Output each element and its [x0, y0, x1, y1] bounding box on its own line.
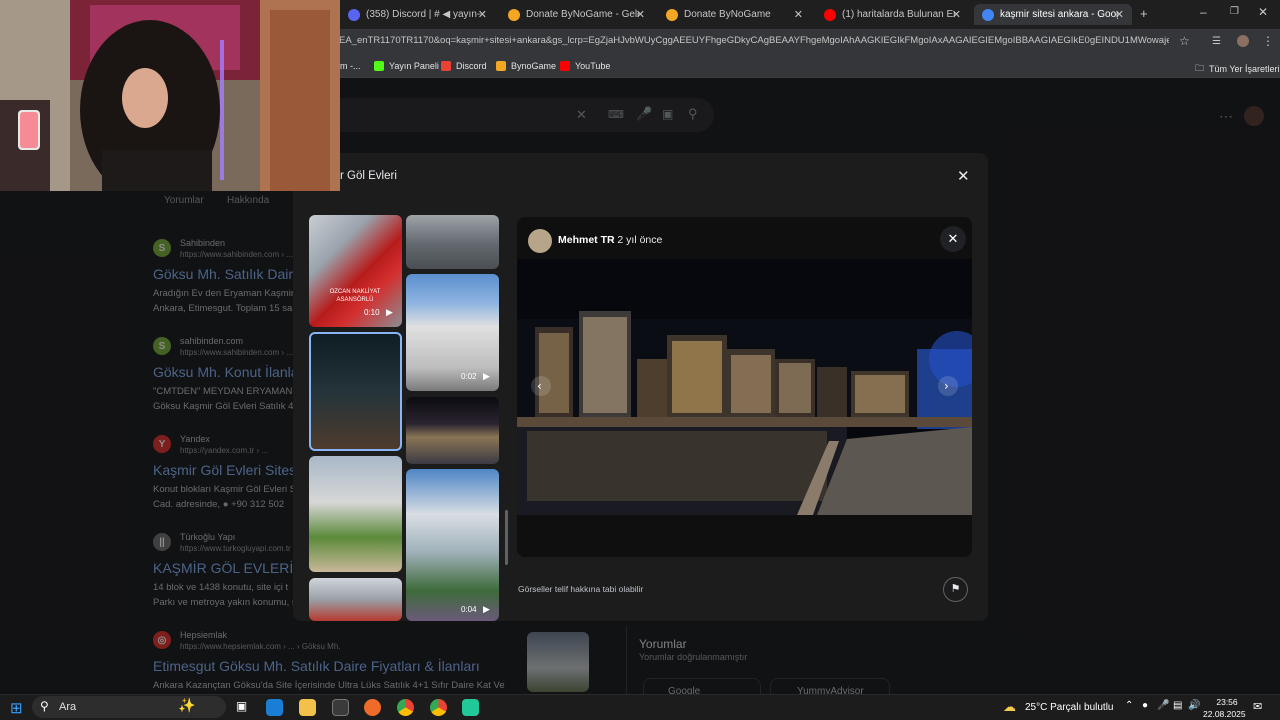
start-windows-icon[interactable]: ⊞ — [10, 699, 23, 717]
tab-close-icon[interactable]: ✕ — [636, 8, 645, 21]
tab-close-icon[interactable]: ✕ — [794, 8, 803, 21]
tab-label: (1) haritalarda Bulunan En Tuha — [842, 9, 955, 20]
media-icon[interactable]: ☰ — [1212, 36, 1221, 47]
browser-tab[interactable]: Donate ByNoGame ✕ — [658, 4, 811, 25]
modal-close-icon[interactable]: ✕ — [957, 167, 970, 185]
minimize-button[interactable]: – — [1200, 5, 1207, 19]
thumbnail-image-2[interactable] — [406, 215, 499, 269]
browser-tab[interactable]: (358) Discord | # ◀ yayın-duyu✕ — [340, 4, 495, 25]
tray-app-icon[interactable]: ● — [1142, 700, 1148, 711]
tab-favicon-icon — [982, 8, 994, 21]
maximize-button[interactable]: ❐ — [1230, 6, 1239, 17]
play-icon: ▶ — [483, 604, 490, 614]
tab-label: (358) Discord | # ◀ yayın-duyu — [366, 9, 481, 20]
poster-avatar[interactable] — [528, 229, 552, 253]
main-image-viewer: Mehmet TR · 2 yıl önce ✕ ‹ › — [517, 217, 972, 557]
taskbar-search-label: Ara — [59, 701, 77, 713]
bookmark-yayin-paneli[interactable]: Yayın Paneli — [374, 61, 439, 71]
bookmark-item[interactable]: m -... — [340, 61, 361, 71]
bookmark-star-icon[interactable]: ☆ — [1179, 34, 1190, 48]
url-field[interactable]: EA_enTR1170TR1170&oq=kaşmir+sitesi+ankar… — [339, 35, 1169, 46]
tab-favicon-icon — [348, 8, 360, 21]
edge-icon[interactable] — [266, 699, 283, 716]
thumbnail-video-7[interactable]: 0:04 ▶ — [406, 469, 499, 621]
chrome-profile-icon[interactable] — [430, 699, 447, 716]
profile-avatar[interactable] — [1237, 35, 1249, 47]
tab-favicon-icon — [508, 8, 520, 21]
weather-text[interactable]: 25°C Parçalı bulutlu — [1025, 702, 1114, 713]
tab-favicon-icon — [666, 8, 678, 21]
browser-tab[interactable]: Donate ByNoGame - Gelen/Gid✕ — [500, 4, 653, 25]
taskbar-search[interactable]: ⚲ Ara ✨ — [32, 696, 226, 718]
webcam-feed — [0, 0, 340, 191]
poster-name[interactable]: Mehmet TR — [558, 234, 615, 246]
tab-label: Donate ByNoGame — [684, 9, 771, 20]
bookmark-discord[interactable]: Discord — [441, 61, 487, 71]
notifications-icon[interactable]: ✉ — [1253, 700, 1262, 713]
discord-icon — [441, 61, 451, 71]
explorer-icon[interactable] — [299, 699, 316, 716]
thumbnail-image-8[interactable] — [309, 578, 402, 621]
new-tab-button[interactable]: + — [1140, 6, 1148, 21]
thumbnail-image-6[interactable] — [309, 456, 402, 572]
modal-title: r Göl Evleri — [340, 170, 397, 182]
webcam-overlay — [0, 0, 340, 191]
thumbnail-video-3[interactable]: 0:02 ▶ — [406, 274, 499, 391]
store-icon[interactable] — [332, 699, 349, 716]
play-icon: ▶ — [483, 371, 490, 381]
thumbnail-caption: OZCAN NAKLİYAT ASANSÖRLÜ — [329, 289, 381, 303]
all-bookmarks[interactable]: 🗀 Tüm Yer İşaretleri — [1195, 61, 1280, 77]
tab-close-icon[interactable]: ✕ — [478, 8, 487, 21]
tab-close-icon[interactable]: ✕ — [952, 8, 961, 21]
widgets-sparkle-icon: ✨ — [178, 697, 196, 713]
next-image-icon[interactable]: › — [944, 379, 949, 393]
viewer-close-icon[interactable]: ✕ — [940, 226, 966, 252]
tab-favicon-icon — [824, 8, 836, 21]
video-duration: 0:02 — [461, 372, 477, 381]
clock-date[interactable]: 22.08.2025 — [1203, 709, 1246, 719]
thumbnail-night[interactable] — [406, 397, 499, 464]
weather-icon: ☁ — [1003, 699, 1016, 714]
chrome-icon[interactable] — [397, 699, 414, 716]
search-icon: ⚲ — [40, 699, 49, 713]
app-icon[interactable] — [462, 699, 479, 716]
video-duration: 0:04 — [461, 605, 477, 614]
kick-icon — [374, 61, 384, 71]
prev-image-icon[interactable]: ‹ — [537, 379, 542, 393]
browser-tab[interactable]: (1) haritalarda Bulunan En Tuha✕ — [816, 4, 969, 25]
play-icon: ▶ — [386, 307, 393, 317]
folder-icon: 🗀 — [1195, 63, 1205, 73]
bynogame-icon — [496, 61, 506, 71]
copyright-notice: Görseller telif hakkına tabi olabilir — [518, 584, 644, 594]
night-lake-photo: ‹ › — [517, 259, 972, 515]
thumbnail-selected[interactable] — [309, 332, 402, 451]
tab-close-icon[interactable]: ✕ — [1115, 8, 1124, 21]
microphone-icon[interactable]: 🎤 — [1157, 700, 1169, 711]
youtube-icon — [560, 61, 570, 71]
browser-tab[interactable]: kaşmir sitesi ankara - Google'd✕ — [974, 4, 1132, 25]
network-icon[interactable]: ▤ — [1173, 700, 1182, 711]
post-time: · 2 yıl önce — [611, 234, 663, 246]
tab-label: Donate ByNoGame - Gelen/Gid — [526, 9, 639, 20]
video-duration: 0:10 — [364, 308, 380, 317]
task-view-icon[interactable]: ▣ — [233, 699, 250, 716]
bookmark-bynogame[interactable]: BynoGame — [496, 61, 556, 71]
volume-icon[interactable]: 🔊 — [1188, 700, 1200, 711]
firefox-icon[interactable] — [364, 699, 381, 716]
thumbnail-video-1[interactable]: OZCAN NAKLİYAT ASANSÖRLÜ 0:10 ▶ — [309, 215, 402, 327]
close-window-button[interactable]: ✕ — [1258, 5, 1268, 19]
menu-icon[interactable]: ⋮ — [1262, 34, 1274, 48]
tray-chevron-icon[interactable]: ⌃ — [1125, 700, 1133, 711]
bookmark-youtube[interactable]: YouTube — [560, 61, 610, 71]
clock-time[interactable]: 23:56 — [1212, 697, 1242, 707]
thumbnail-scrollbar[interactable] — [505, 510, 508, 565]
tab-label: kaşmir sitesi ankara - Google'd — [1000, 9, 1118, 20]
report-flag-icon[interactable]: ⚑ — [943, 577, 968, 602]
